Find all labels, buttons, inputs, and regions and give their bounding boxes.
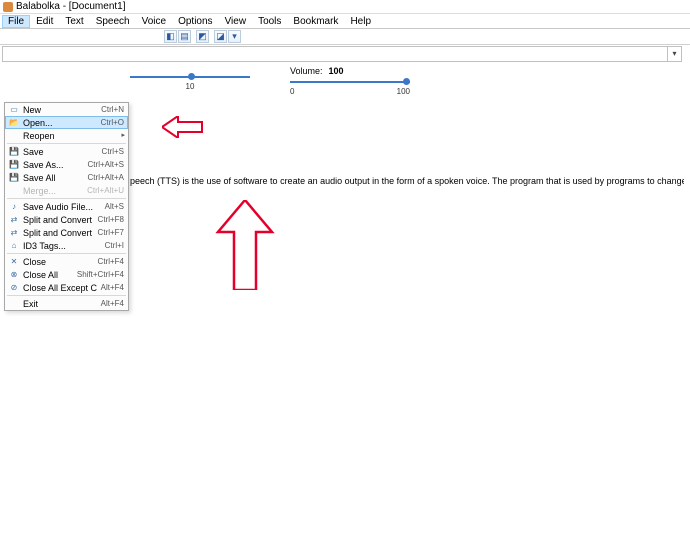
save-icon: 💾 [8,147,20,157]
volume-slider[interactable] [290,77,410,87]
convert2-icon: ⇄ [8,228,20,238]
menu-item-shortcut: Ctrl+F4 [94,257,124,266]
menu-item-label: Close All [23,270,73,280]
menu-item-shortcut: Alt+S [101,202,124,211]
menu-item-close-all-except-current[interactable]: ⊘Close All Except CurrentAlt+F4 [5,281,128,294]
menu-item-label: Save As... [23,160,84,170]
voice-selector[interactable]: ▾ [2,46,682,62]
app-icon [3,2,13,12]
menu-item-shortcut: Ctrl+F7 [94,228,124,237]
menubar: File Edit Text Speech Voice Options View… [0,14,690,29]
menu-item-shortcut: Ctrl+I [101,241,124,250]
menu-item-shortcut: Ctrl+Alt+U [83,186,124,195]
menu-edit[interactable]: Edit [30,15,59,28]
document-text[interactable]: peech (TTS) is the use of software to cr… [130,176,684,186]
sliders-row: 10 Volume: 100 0 100 [0,62,690,96]
menu-item-close[interactable]: ✕CloseCtrl+F4 [5,255,128,268]
save-all-icon: 💾 [8,173,20,183]
titlebar: Balabolka - [Document1] [0,0,690,14]
menu-item-shortcut: Alt+F4 [97,283,124,292]
menu-voice[interactable]: Voice [136,15,172,28]
merge-icon [8,186,20,196]
menu-item-shortcut: Ctrl+F8 [94,215,124,224]
menu-item-label: Split and Convert (Not Show Window) [23,228,94,238]
volume-label: Volume: [290,66,323,76]
menu-item-id3-tags[interactable]: ⌂ID3 Tags...Ctrl+I [5,239,128,252]
menu-item-shortcut: Shift+Ctrl+F4 [73,270,124,279]
annotation-arrow-1 [162,116,204,138]
menu-item-label: Save All [23,173,84,183]
menu-item-close-all[interactable]: ⊗Close AllShift+Ctrl+F4 [5,268,128,281]
menu-text[interactable]: Text [59,15,89,28]
menu-item-save-all[interactable]: 💾Save AllCtrl+Alt+A [5,171,128,184]
close-all-icon: ⊗ [8,270,20,280]
new-file-icon: ▭ [8,105,20,115]
pitch-slider[interactable] [130,72,250,82]
menu-separator [7,198,126,199]
volume-min: 0 [290,87,294,96]
audio-file-icon: ♪ [8,202,20,212]
open-file-icon: 📂 [8,118,20,128]
menu-item-label: Split and Convert to Audio Files... [23,215,94,225]
menu-item-new[interactable]: ▭NewCtrl+N [5,103,128,116]
menu-item-label: Merge... [23,186,83,196]
toolbar-btn-4[interactable]: ◪ [214,30,227,43]
menu-item-label: Open... [23,118,97,128]
exit-icon [8,299,20,309]
menu-item-save[interactable]: 💾SaveCtrl+S [5,145,128,158]
menu-bookmark[interactable]: Bookmark [287,15,344,28]
menu-item-exit[interactable]: ExitAlt+F4 [5,297,128,310]
menu-view[interactable]: View [219,15,253,28]
menu-separator [7,253,126,254]
volume-max: 100 [397,87,410,96]
menu-item-shortcut: Ctrl+S [98,147,124,156]
close-except-icon: ⊘ [8,283,20,293]
menu-item-split-and-convert-to-audio-files[interactable]: ⇄Split and Convert to Audio Files...Ctrl… [5,213,128,226]
toolbar: ◧ ▤ ◩ ◪ ▾ [0,29,690,45]
menu-item-save-as[interactable]: 💾Save As...Ctrl+Alt+S [5,158,128,171]
volume-slider-group: Volume: 100 0 100 [290,66,410,96]
close-file-icon: ✕ [8,257,20,267]
menu-item-label: Save Audio File... [23,202,101,212]
toolbar-btn-5[interactable]: ▾ [228,30,241,43]
menu-item-label: Reopen [23,131,120,141]
menu-item-open[interactable]: 📂Open...Ctrl+O [5,116,128,129]
file-menu: ▭NewCtrl+N📂Open...Ctrl+OReopen💾SaveCtrl+… [4,102,129,311]
menu-tools[interactable]: Tools [252,15,287,28]
menu-item-label: ID3 Tags... [23,241,101,251]
toolbar-btn-2[interactable]: ▤ [178,30,191,43]
toolbar-btn-1[interactable]: ◧ [164,30,177,43]
menu-item-shortcut: Ctrl+Alt+A [84,173,124,182]
save-as-icon: 💾 [8,160,20,170]
menu-item-label: Close All Except Current [23,283,97,293]
pitch-mid: 10 [186,82,195,91]
menu-item-reopen[interactable]: Reopen [5,129,128,142]
dropdown-icon[interactable]: ▾ [667,47,681,61]
menu-item-save-audio-file[interactable]: ♪Save Audio File...Alt+S [5,200,128,213]
menu-item-label: Save [23,147,98,157]
menu-help[interactable]: Help [344,15,377,28]
menu-item-shortcut: Ctrl+N [97,105,124,114]
menu-separator [7,295,126,296]
pitch-slider-group: 10 [130,72,250,91]
menu-options[interactable]: Options [172,15,218,28]
menu-item-merge: Merge...Ctrl+Alt+U [5,184,128,197]
volume-value: 100 [329,66,344,76]
annotation-arrow-2 [214,200,276,290]
menu-item-shortcut: Alt+F4 [97,299,124,308]
menu-speech[interactable]: Speech [90,15,136,28]
id3-icon: ⌂ [8,241,20,251]
menu-item-split-and-convert-not-show-window[interactable]: ⇄Split and Convert (Not Show Window)Ctrl… [5,226,128,239]
reopen-icon [8,131,20,141]
menu-item-shortcut: Ctrl+O [97,118,124,127]
menu-item-shortcut: Ctrl+Alt+S [84,160,124,169]
window-title: Balabolka - [Document1] [16,1,126,12]
menu-item-label: Close [23,257,94,267]
menu-file[interactable]: File [2,15,30,28]
menu-item-label: Exit [23,299,97,309]
convert-icon: ⇄ [8,215,20,225]
menu-separator [7,143,126,144]
toolbar-btn-3[interactable]: ◩ [196,30,209,43]
menu-item-label: New [23,105,97,115]
